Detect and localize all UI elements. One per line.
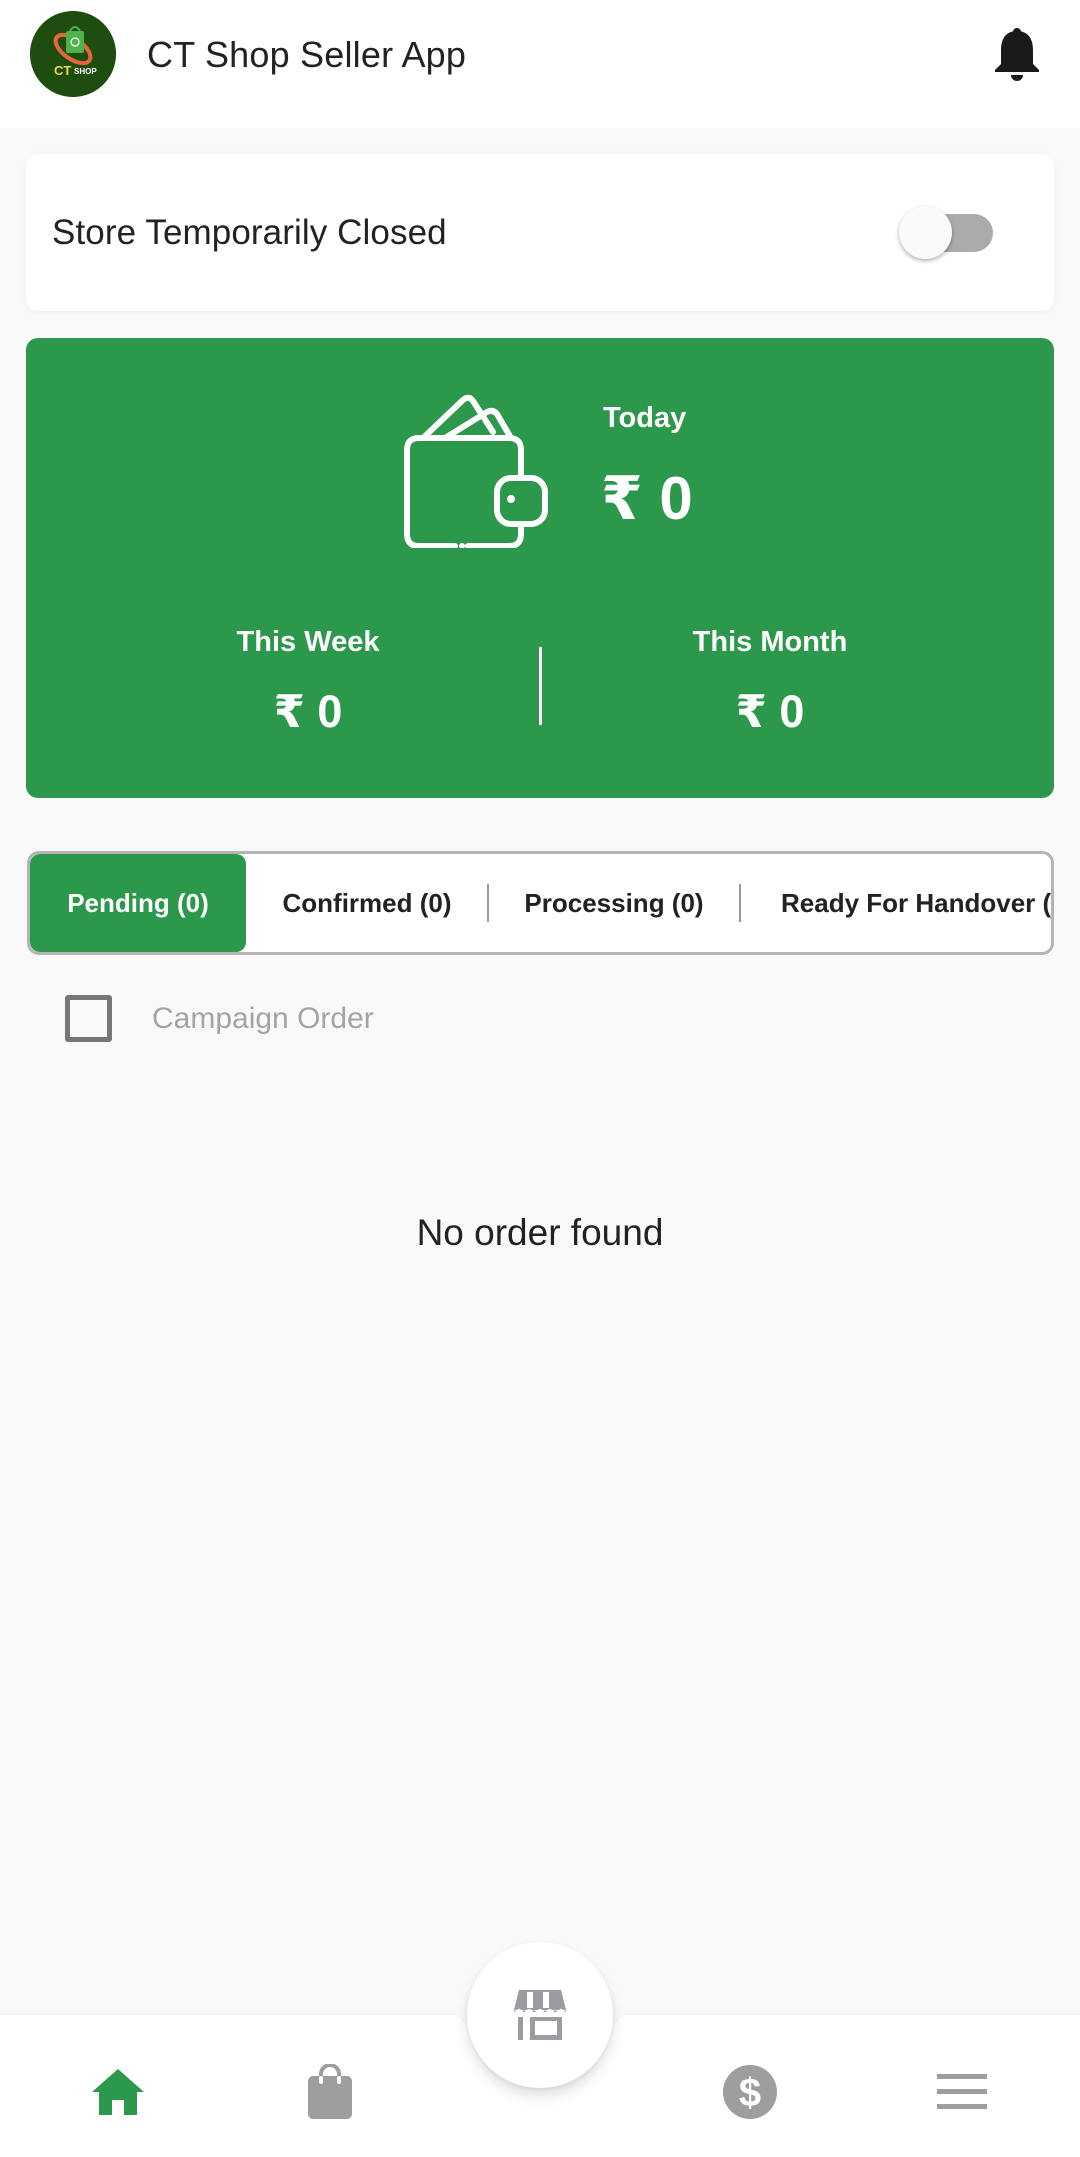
store-icon — [514, 1990, 566, 2040]
nav-earnings[interactable]: $ — [718, 2060, 782, 2124]
dollar-icon: $ — [723, 2065, 777, 2119]
toggle-thumb — [899, 206, 952, 259]
nav-menu[interactable] — [930, 2060, 994, 2124]
tab-pending[interactable]: Pending (0) — [30, 854, 246, 952]
svg-text:CT: CT — [54, 63, 71, 78]
order-status-tabs: Pending (0) Confirmed (0) Processing (0)… — [27, 851, 1054, 955]
notifications-button[interactable] — [991, 26, 1043, 84]
today-amount: ₹ 0 — [601, 465, 693, 532]
svg-text:SHOP: SHOP — [74, 67, 97, 76]
tab-ready-for-handover[interactable]: Ready For Handover (0) — [741, 854, 1051, 952]
store-status-card: Store Temporarily Closed — [26, 154, 1054, 311]
this-month-amount: ₹ 0 — [735, 686, 805, 737]
this-week-section: This Week ₹ 0 — [158, 626, 458, 738]
tab-confirmed[interactable]: Confirmed (0) — [246, 854, 488, 952]
menu-icon — [937, 2074, 987, 2109]
earnings-card: Today ₹ 0 This Week ₹ 0 This Month ₹ 0 — [26, 338, 1054, 798]
ct-shop-logo-icon: CT SHOP — [30, 11, 116, 97]
app-logo: CT SHOP — [30, 11, 116, 97]
home-icon — [92, 2069, 144, 2115]
nav-home[interactable] — [86, 2060, 150, 2124]
this-month-section: This Month ₹ 0 — [620, 626, 920, 738]
app-header: CT SHOP CT Shop Seller App — [0, 0, 1080, 128]
today-label: Today — [603, 402, 687, 434]
this-week-label: This Week — [236, 626, 380, 658]
store-closed-label: Store Temporarily Closed — [52, 213, 447, 252]
bell-icon — [995, 28, 1039, 81]
tab-processing[interactable]: Processing (0) — [489, 854, 739, 952]
this-week-amount: ₹ 0 — [273, 686, 343, 737]
store-closed-toggle[interactable] — [899, 206, 995, 260]
campaign-order-label: Campaign Order — [152, 1001, 374, 1035]
campaign-order-filter[interactable]: Campaign Order — [65, 995, 374, 1042]
app-title: CT Shop Seller App — [147, 34, 467, 75]
this-month-label: This Month — [692, 626, 848, 658]
empty-state-message: No order found — [416, 1212, 664, 1253]
campaign-order-checkbox[interactable] — [65, 995, 112, 1042]
store-button[interactable] — [467, 1942, 613, 2088]
nav-orders[interactable] — [298, 2060, 362, 2124]
shopping-bag-icon — [308, 2064, 352, 2119]
earnings-divider — [539, 647, 542, 725]
wallet-icon — [404, 394, 548, 548]
svg-text:$: $ — [739, 2071, 761, 2115]
